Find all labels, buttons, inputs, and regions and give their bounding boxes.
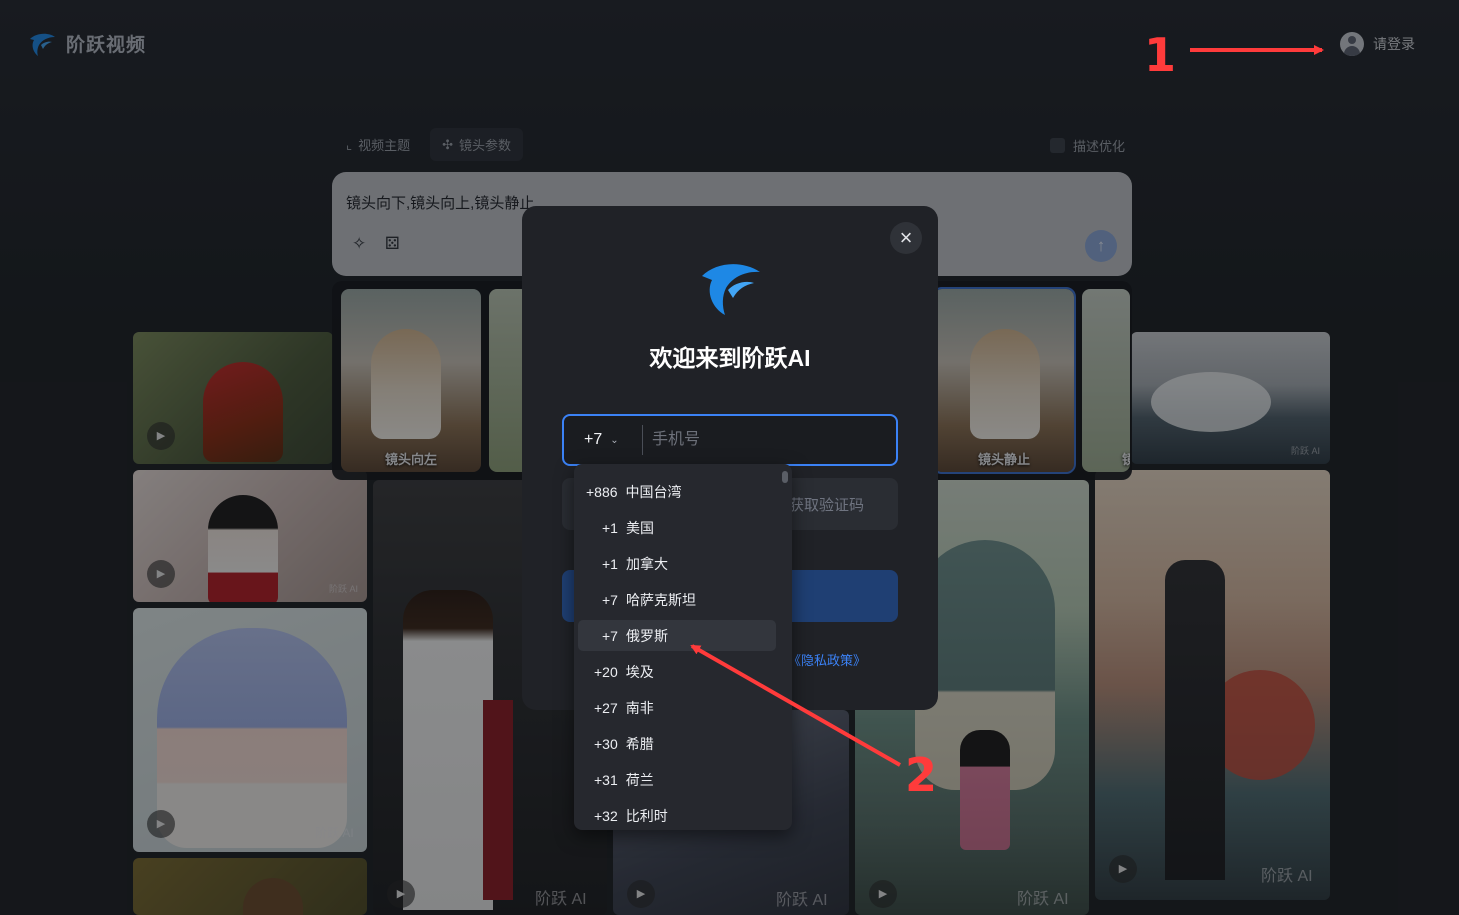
dropdown-scrollbar[interactable] — [782, 471, 788, 483]
modal-title: 欢迎来到阶跃AI — [649, 345, 811, 371]
phone-field: +7 ⌄ — [562, 414, 898, 466]
chevron-down-icon: ⌄ — [610, 434, 619, 446]
country-option-highlighted[interactable]: +7 俄罗斯 — [578, 620, 776, 651]
annotation-step-1: 1 — [1144, 28, 1177, 82]
option-name: 加拿大 — [625, 555, 668, 572]
close-button[interactable]: × — [890, 222, 922, 254]
country-option[interactable]: +1 美国 — [578, 512, 776, 543]
annotation-step-2: 2 — [905, 748, 938, 802]
option-code: +886 — [586, 483, 618, 500]
country-option[interactable]: +27 南非 — [578, 692, 776, 723]
country-code-dropdown[interactable]: +886 中国台湾 +1 美国 +1 加拿大 +7 哈萨克斯坦 +7 俄罗斯 +… — [574, 464, 792, 830]
option-code: +7 — [602, 627, 618, 644]
option-code: +31 — [594, 771, 618, 788]
country-option[interactable]: +31 荷兰 — [578, 764, 776, 795]
country-option[interactable]: +1 加拿大 — [578, 548, 776, 579]
country-option[interactable]: +20 埃及 — [578, 656, 776, 687]
country-option[interactable]: +7 哈萨克斯坦 — [578, 584, 776, 615]
country-option[interactable]: +30 希腊 — [578, 728, 776, 759]
country-code-select[interactable]: +7 ⌄ — [564, 431, 642, 449]
country-code-value: +7 — [584, 431, 603, 448]
option-code: +30 — [594, 735, 618, 752]
option-code: +20 — [594, 663, 618, 680]
option-code: +32 — [594, 807, 618, 824]
privacy-policy-link[interactable]: 《隐私政策》 — [788, 650, 866, 669]
option-code: +27 — [594, 699, 618, 716]
close-icon: × — [899, 225, 913, 250]
phone-input[interactable] — [642, 425, 892, 455]
country-option[interactable]: +886 中国台湾 — [578, 476, 776, 507]
option-name: 比利时 — [625, 807, 668, 824]
get-code-button[interactable]: 获取验证码 — [789, 494, 864, 515]
option-name: 中国台湾 — [625, 483, 682, 500]
option-name: 俄罗斯 — [625, 627, 668, 644]
dolphin-logo-icon — [702, 264, 760, 315]
option-name: 美国 — [625, 519, 654, 536]
option-name: 南非 — [625, 699, 654, 716]
option-code: +1 — [602, 555, 618, 572]
country-option[interactable]: +32 比利时 — [578, 800, 776, 830]
option-name: 埃及 — [625, 663, 654, 680]
option-name: 哈萨克斯坦 — [625, 591, 696, 608]
option-code: +7 — [602, 591, 618, 608]
option-code: +1 — [602, 519, 618, 536]
option-name: 荷兰 — [625, 771, 654, 788]
option-name: 希腊 — [625, 735, 654, 752]
